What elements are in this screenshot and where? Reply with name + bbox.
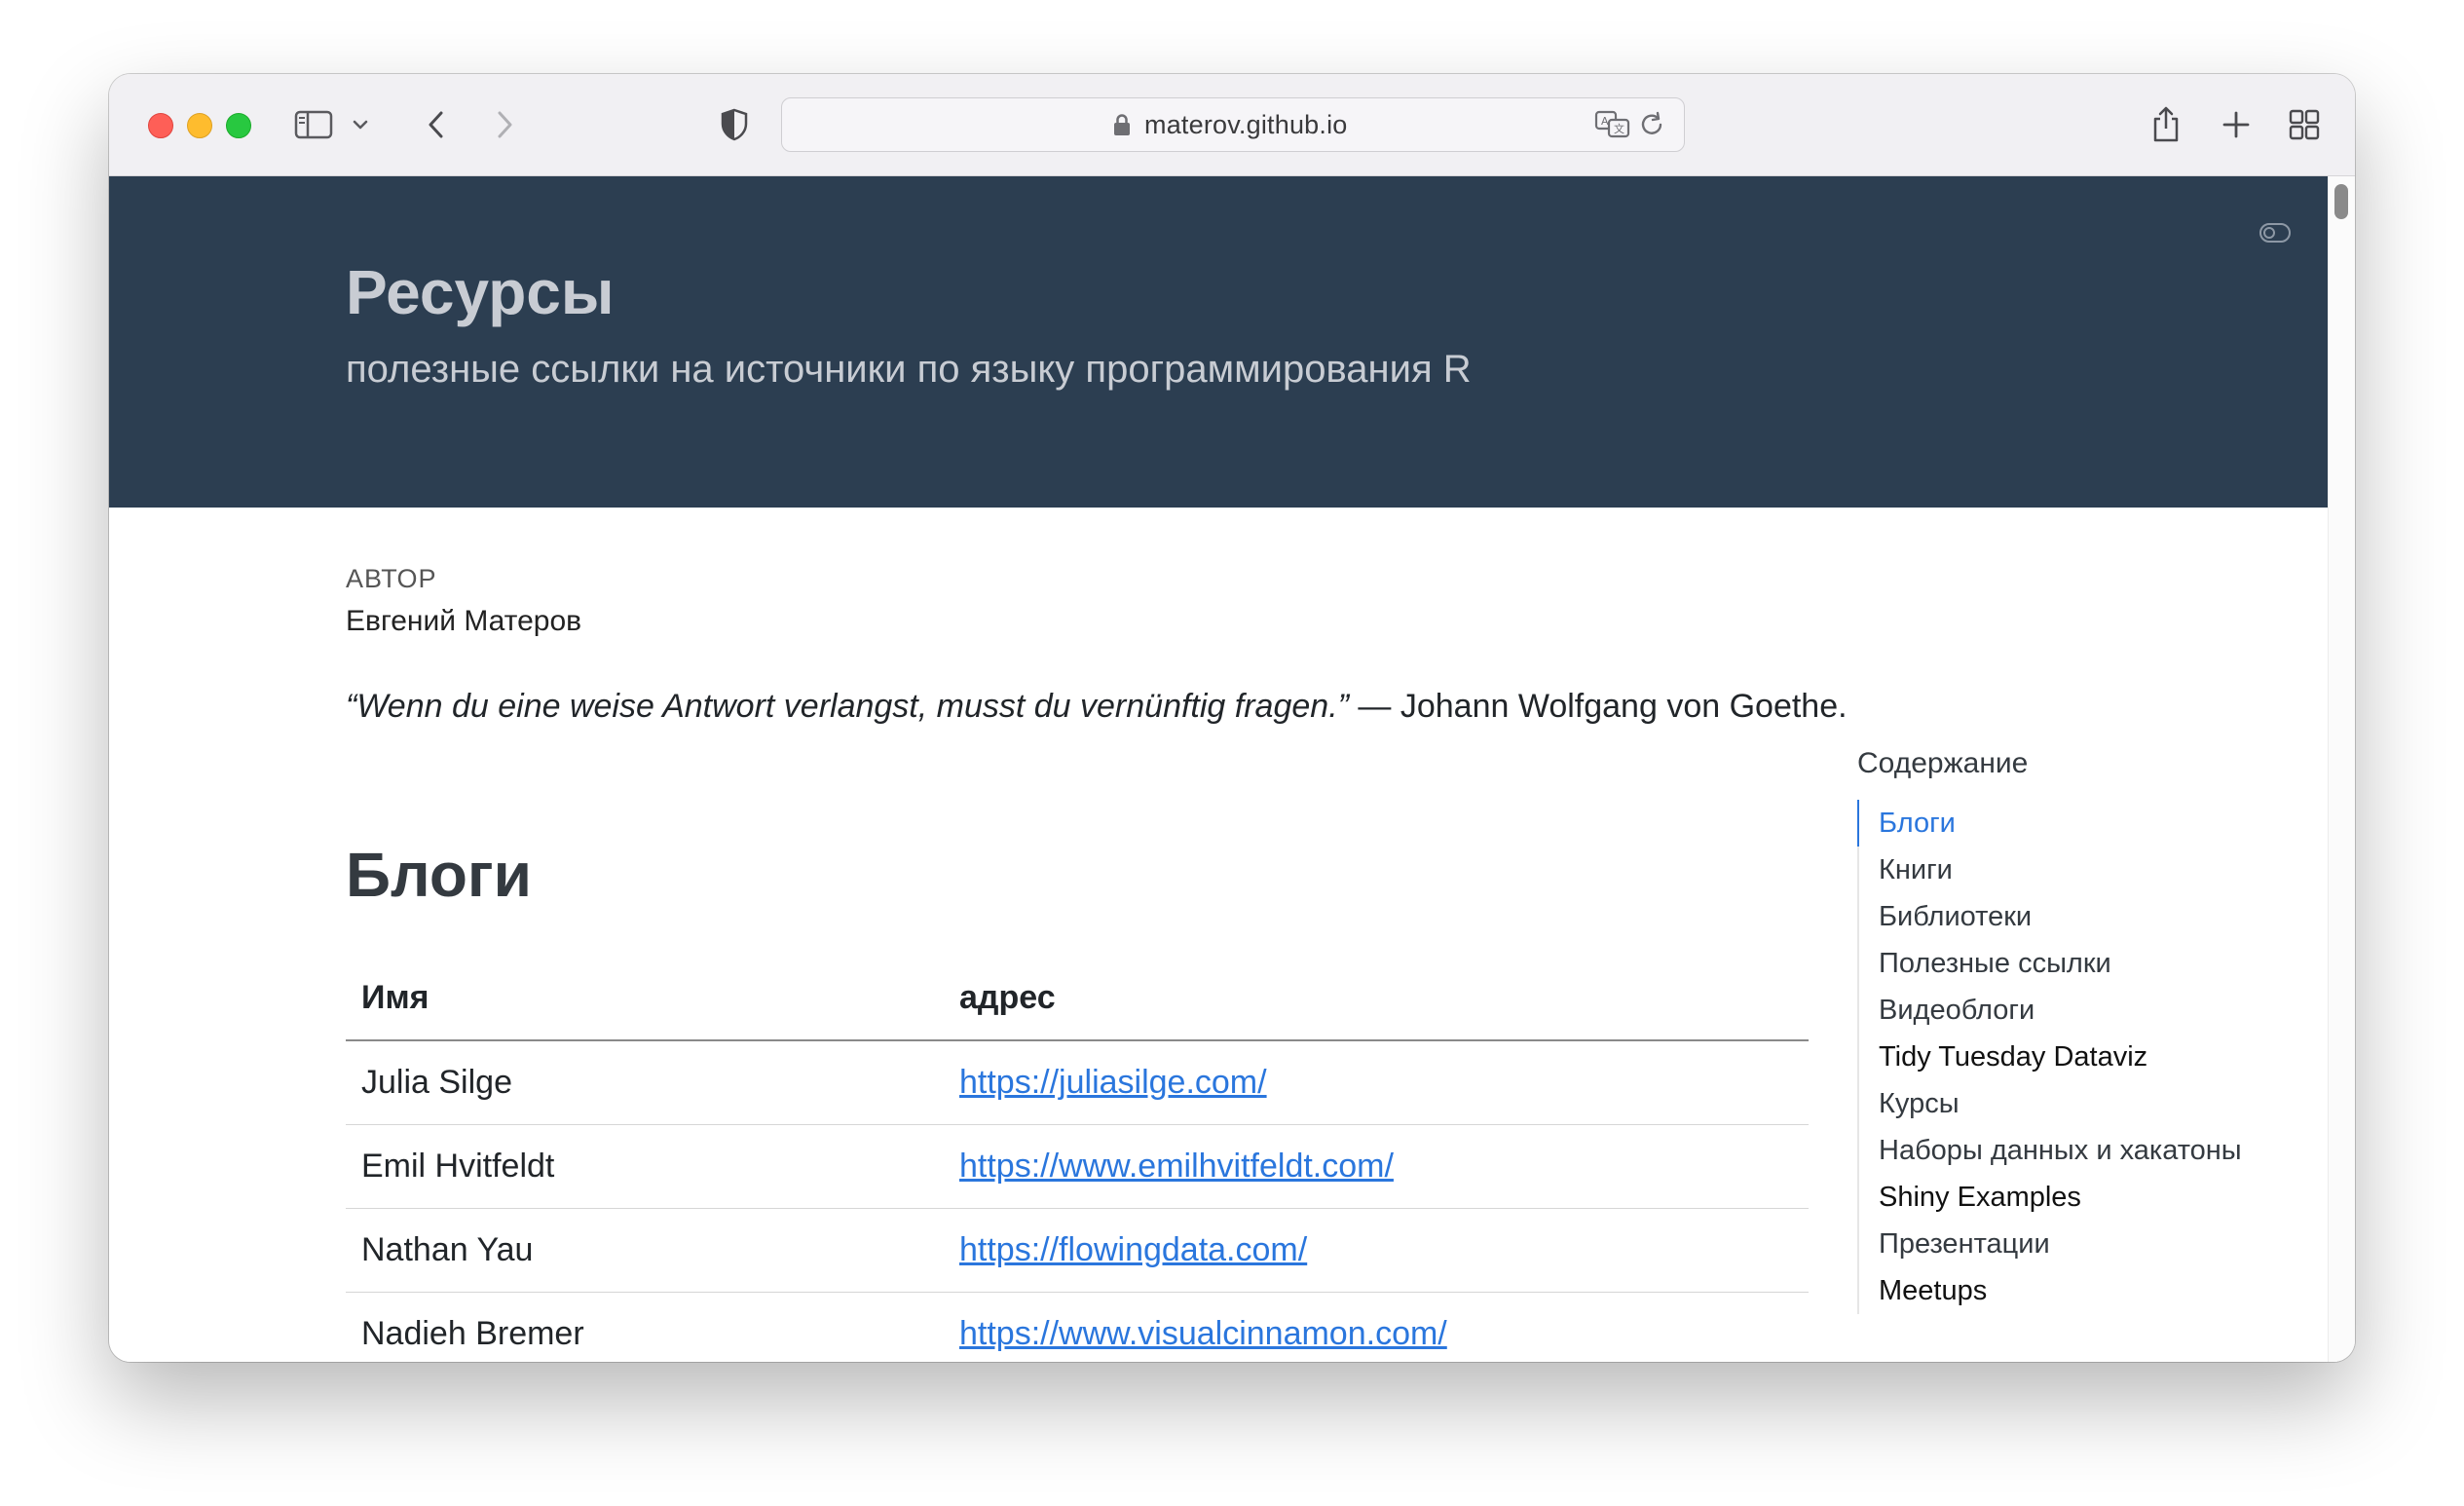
quote-attribution: — Johann Wolfgang von Goethe.	[1348, 688, 1848, 725]
quote-text: “Wenn du eine weise Antwort verlangst, m…	[346, 688, 1349, 725]
address-bar[interactable]: materov.github.io A文	[781, 97, 1685, 152]
toc-item-shiny-examples[interactable]: Shiny Examples	[1857, 1174, 2247, 1221]
privacy-shield-icon[interactable]	[713, 103, 756, 146]
svg-text:文: 文	[1614, 122, 1624, 135]
close-window-button[interactable]	[148, 113, 173, 138]
author-name: Евгений Матеров	[346, 605, 582, 637]
reload-icon[interactable]	[1639, 110, 1666, 144]
blog-link[interactable]: https://juliasilge.com/	[959, 1064, 1267, 1101]
page-viewport: Ресурсы полезные ссылки на источники по …	[109, 176, 2355, 1362]
blog-url-cell: https://flowingdata.com/	[944, 1208, 1809, 1293]
table-row: Nathan Yau https://flowingdata.com/	[346, 1208, 1809, 1293]
blog-author-name: Julia Silge	[346, 1040, 944, 1125]
toc-item-useful-links[interactable]: Полезные ссылки	[1857, 940, 2247, 987]
new-tab-plus-icon[interactable]	[2215, 103, 2258, 146]
browser-window: materov.github.io A文 Ресурсы полезные сс…	[109, 74, 2355, 1362]
toc-list: Блоги Книги Библиотеки Полезные ссылки В…	[1857, 800, 2247, 1314]
translate-icon[interactable]: A文	[1594, 110, 1631, 144]
table-row: Julia Silge https://juliasilge.com/	[346, 1040, 1809, 1125]
table-of-contents: Содержание Блоги Книги Библиотеки Полезн…	[1857, 747, 2247, 1314]
blog-url-cell: https://www.emilhvitfeldt.com/	[944, 1124, 1809, 1209]
blog-author-name: Nadieh Bremer	[346, 1292, 944, 1362]
toc-item-meetups[interactable]: Meetups	[1857, 1267, 2247, 1314]
blog-url-cell: https://www.visualcinnamon.com/	[944, 1292, 1809, 1362]
table-row: Emil Hvitfeldt https://www.emilhvitfeldt…	[346, 1124, 1809, 1209]
lock-icon	[1113, 113, 1131, 141]
address-text: materov.github.io	[1144, 110, 1348, 139]
chevron-down-icon[interactable]	[349, 103, 372, 146]
blog-url-cell: https://juliasilge.com/	[944, 1040, 1809, 1125]
title-banner: Ресурсы полезные ссылки на источники по …	[109, 176, 2328, 508]
column-header-address: адрес	[944, 956, 1809, 1041]
toc-item-courses[interactable]: Курсы	[1857, 1080, 2247, 1127]
blog-author-name: Nathan Yau	[346, 1208, 944, 1293]
share-icon[interactable]	[2145, 103, 2187, 146]
sidebar-toggle-icon[interactable]	[292, 103, 335, 146]
toc-item-blogs[interactable]: Блоги	[1857, 800, 2247, 847]
toc-item-tidy-tuesday[interactable]: Tidy Tuesday Dataviz	[1857, 1034, 2247, 1080]
toc-title: Содержание	[1857, 747, 2029, 779]
blog-author-name: Emil Hvitfeldt	[346, 1124, 944, 1209]
epigraph-quote: “Wenn du eine weise Antwort verlangst, m…	[346, 688, 1848, 726]
back-arrow-icon[interactable]	[415, 103, 458, 146]
tab-overview-grid-icon[interactable]	[2283, 103, 2326, 146]
page-subtitle: полезные ссылки на источники по языку пр…	[346, 348, 1472, 391]
toc-item-books[interactable]: Книги	[1857, 847, 2247, 893]
scrollbar-thumb[interactable]	[2334, 184, 2348, 219]
section-heading-blogs: Блоги	[346, 840, 532, 910]
toc-item-libraries[interactable]: Библиотеки	[1857, 893, 2247, 940]
theme-toggle-icon[interactable]	[2259, 223, 2291, 243]
forward-arrow-icon[interactable]	[483, 103, 526, 146]
browser-toolbar: materov.github.io A文	[109, 74, 2355, 176]
blog-link[interactable]: https://www.emilhvitfeldt.com/	[959, 1148, 1394, 1185]
author-label: АВТОР	[346, 564, 437, 593]
blogs-table: Имя адрес Julia Silge https://juliasilge…	[346, 956, 1809, 1362]
scrollbar-track[interactable]	[2328, 176, 2355, 1362]
column-header-name: Имя	[346, 956, 944, 1041]
zoom-window-button[interactable]	[226, 113, 251, 138]
table-row: Nadieh Bremer https://www.visualcinnamon…	[346, 1292, 1809, 1362]
toc-item-videoblogs[interactable]: Видеоблоги	[1857, 987, 2247, 1034]
minimize-window-button[interactable]	[187, 113, 212, 138]
toc-item-presentations[interactable]: Презентации	[1857, 1221, 2247, 1267]
blog-link[interactable]: https://www.visualcinnamon.com/	[959, 1315, 1447, 1352]
svg-text:A: A	[1601, 115, 1609, 128]
page-title: Ресурсы	[346, 257, 615, 327]
table-header-row: Имя адрес	[346, 956, 1809, 1041]
toc-item-datasets[interactable]: Наборы данных и хакатоны	[1857, 1127, 2247, 1174]
blog-link[interactable]: https://flowingdata.com/	[959, 1231, 1307, 1268]
